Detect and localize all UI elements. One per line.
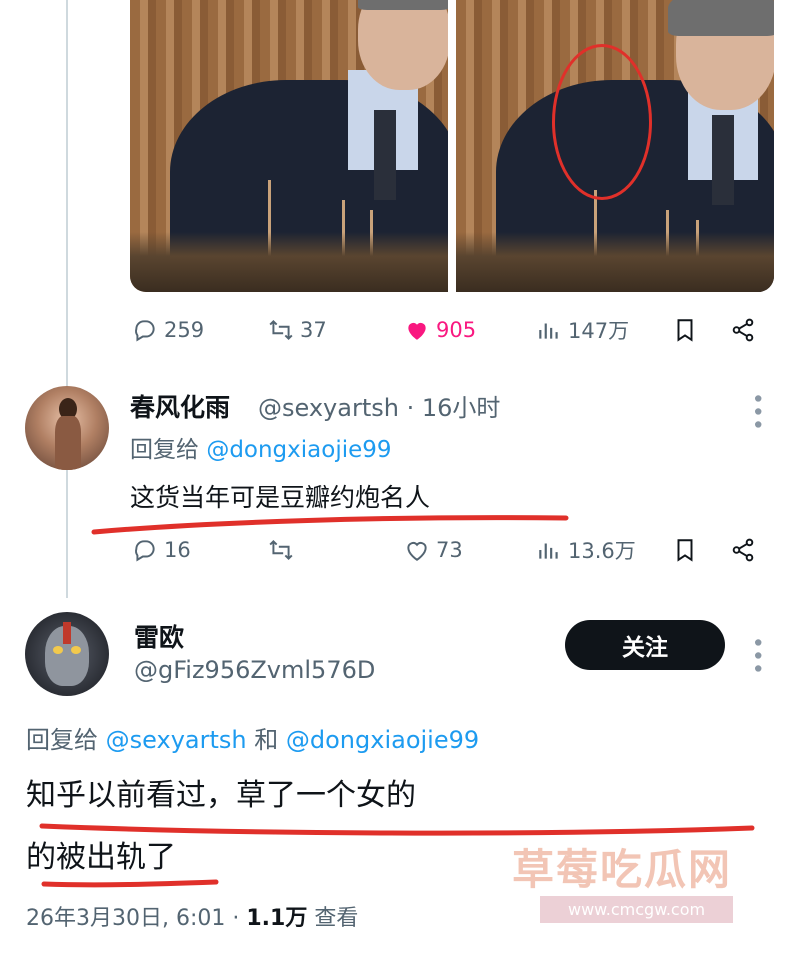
heart-icon	[407, 542, 427, 561]
user-handle[interactable]: @gFiz956Zvml576D	[134, 656, 375, 684]
user-handle[interactable]: @sexyartsh · 16小时	[258, 388, 500, 423]
avatar[interactable]	[25, 612, 109, 696]
bookmark-icon	[677, 539, 693, 562]
retweet-icon	[269, 539, 293, 561]
share-button[interactable]	[730, 314, 756, 346]
display-name[interactable]: 春风化雨	[130, 388, 230, 424]
reply-icon	[135, 540, 155, 562]
more-options-icon[interactable]: •••	[744, 636, 769, 675]
tweet-meta: 26年3月30日, 6:01 · 1.1万 查看	[26, 906, 359, 931]
like-button[interactable]: 73	[404, 534, 463, 566]
thread-line	[66, 0, 68, 598]
tweet-image-1[interactable]	[130, 0, 448, 292]
view-count: 1.1万	[246, 906, 308, 931]
timestamp: · 16小时	[406, 394, 501, 422]
mention-link[interactable]: @dongxiaojie99	[206, 437, 391, 463]
views-button[interactable]: 13.6万	[536, 534, 636, 566]
display-name[interactable]: 雷欧	[134, 618, 184, 654]
more-options-icon[interactable]: •••	[744, 392, 769, 431]
share-icon	[732, 538, 754, 562]
follow-button[interactable]: 关注	[565, 620, 725, 670]
share-button[interactable]	[730, 534, 756, 566]
views-chart-icon	[539, 323, 558, 339]
share-icon	[732, 318, 754, 342]
retweet-button[interactable]	[268, 534, 294, 566]
annotation-circle	[552, 44, 652, 200]
mention-link[interactable]: @sexyartsh	[106, 726, 247, 754]
avatar[interactable]	[25, 386, 109, 470]
annotation-underline	[41, 879, 219, 888]
heart-filled-icon	[408, 322, 426, 340]
like-button[interactable]: 905	[404, 314, 476, 346]
reply-button[interactable]: 259	[132, 314, 204, 346]
tweet-text-line-1: 知乎以前看过，草了一个女的	[26, 778, 416, 813]
bookmark-button[interactable]	[672, 534, 698, 566]
reply-to-line: 回复给 @dongxiaojie99	[130, 437, 392, 463]
bookmark-button[interactable]	[672, 314, 698, 346]
tweet-image-2[interactable]	[456, 0, 774, 292]
reply-button[interactable]: 16	[132, 534, 191, 566]
bookmark-icon	[677, 319, 693, 342]
watermark: 草莓吃瓜网	[512, 845, 733, 894]
views-button[interactable]: 147万	[536, 314, 629, 346]
retweet-icon	[269, 319, 293, 341]
tweet-date: 26年3月30日, 6:01 ·	[26, 906, 247, 931]
mention-link[interactable]: @dongxiaojie99	[286, 726, 479, 754]
reply-icon	[135, 320, 155, 342]
views-chart-icon	[539, 543, 558, 559]
watermark-url: www.cmcgw.com	[540, 896, 734, 923]
reply-to-line: 回复给 @sexyartsh 和 @dongxiaojie99	[26, 726, 480, 754]
retweet-button[interactable]: 37	[268, 314, 327, 346]
